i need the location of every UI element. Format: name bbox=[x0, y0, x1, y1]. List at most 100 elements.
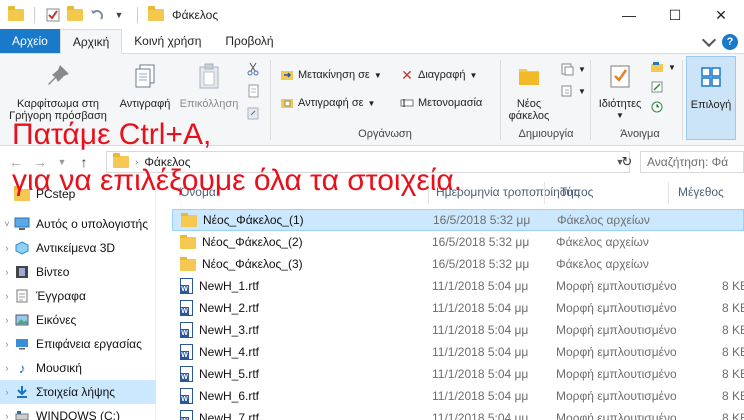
expand-icon[interactable]: › bbox=[0, 363, 14, 373]
column-header-date[interactable]: Ημερομηνία τροποποίησης bbox=[436, 178, 580, 206]
desktop-icon bbox=[14, 336, 30, 352]
file-date: 11/1/2018 5:04 μμ bbox=[432, 301, 529, 315]
nav-item-3d-objects[interactable]: › Αντικείμενα 3D bbox=[0, 236, 156, 260]
forward-arrow-icon[interactable]: → bbox=[30, 152, 50, 172]
table-row[interactable]: NewH_4.rtf 11/1/2018 5:04 μμ Μορφή εμπλο… bbox=[172, 341, 744, 363]
pictures-icon bbox=[14, 312, 30, 328]
column-header-size[interactable]: Μέγεθος bbox=[678, 178, 724, 206]
expand-icon[interactable]: ˅ bbox=[0, 219, 14, 229]
close-button[interactable]: ✕ bbox=[698, 0, 744, 30]
rename-button[interactable]: Μετονομασία bbox=[400, 96, 482, 110]
collapse-ribbon-icon[interactable] bbox=[701, 32, 717, 48]
copy-button[interactable]: Αντιγραφή bbox=[114, 60, 176, 110]
chevron-down-icon: ▼ bbox=[616, 111, 624, 120]
copy-label: Αντιγραφή bbox=[119, 98, 171, 110]
expand-icon[interactable]: › bbox=[0, 291, 14, 301]
history-button[interactable] bbox=[650, 100, 664, 114]
nav-item-windows-c[interactable]: › WINDOWS (C:) bbox=[0, 404, 156, 420]
customize-toolbar-icon[interactable]: ▼ bbox=[109, 5, 129, 25]
copy-path-button[interactable] bbox=[246, 84, 260, 98]
copy-to-button[interactable]: Αντιγραφή σε ▼ bbox=[280, 96, 375, 110]
create-group-label: Δημιουργία bbox=[518, 128, 574, 140]
expand-icon[interactable]: › bbox=[0, 243, 14, 253]
expand-icon[interactable]: › bbox=[0, 267, 14, 277]
cut-button[interactable] bbox=[246, 62, 260, 76]
new-folder-icon[interactable] bbox=[65, 5, 85, 25]
tab-share[interactable]: Κοινή χρήση bbox=[122, 29, 213, 53]
ribbon: Καρφίτσωμα στη Γρήγορη πρόσβαση Αντιγραφ… bbox=[0, 54, 744, 146]
chevron-down-icon: ▼ bbox=[469, 70, 478, 80]
word-document-icon bbox=[180, 410, 193, 420]
nav-item-videos[interactable]: › Βίντεο bbox=[0, 260, 156, 284]
divider[interactable] bbox=[668, 182, 669, 204]
properties-check-icon[interactable] bbox=[43, 5, 63, 25]
nav-item-documents[interactable]: › Έγγραφα bbox=[0, 284, 156, 308]
chevron-down-icon: ▼ bbox=[367, 98, 376, 108]
edit-button[interactable] bbox=[650, 80, 664, 94]
file-name: Νέος_Φάκελος_(3) bbox=[202, 257, 303, 271]
column-header-type[interactable]: Τύπος bbox=[560, 178, 593, 206]
scissors-icon bbox=[246, 62, 260, 76]
new-folder-button[interactable]: Νέος φάκελος bbox=[506, 60, 552, 122]
ribbon-tab-extras: ? bbox=[701, 32, 738, 50]
column-header-name[interactable]: Όνομα bbox=[180, 178, 216, 206]
tab-home[interactable]: Αρχική bbox=[59, 29, 123, 54]
computer-icon bbox=[14, 216, 30, 232]
tab-view[interactable]: Προβολή bbox=[213, 29, 285, 53]
table-row[interactable]: Νέος_Φάκελος_(3) 16/5/2018 5:32 μμ Φάκελ… bbox=[172, 253, 744, 275]
delete-button[interactable]: ✕ Διαγραφή ▼ bbox=[400, 67, 478, 83]
open-button[interactable]: ▼ bbox=[650, 60, 676, 74]
table-row[interactable]: Νέος_Φάκελος_(2) 16/5/2018 5:32 μμ Φάκελ… bbox=[172, 231, 744, 253]
nav-item-pcstep[interactable]: PCstep bbox=[0, 182, 156, 206]
pin-quick-access-button[interactable]: Καρφίτσωμα στη Γρήγορη πρόσβαση bbox=[8, 60, 108, 122]
recent-locations-icon[interactable]: ▼ bbox=[52, 152, 72, 172]
nav-item-this-pc[interactable]: ˅ Αυτός ο υπολογιστής bbox=[0, 212, 156, 236]
minimize-button[interactable]: — bbox=[606, 0, 652, 30]
paste-button[interactable]: Επικόλληση bbox=[176, 60, 242, 110]
expand-icon[interactable]: › bbox=[0, 339, 14, 349]
divider[interactable] bbox=[428, 182, 429, 204]
nav-item-desktop[interactable]: › Επιφάνεια εργασίας bbox=[0, 332, 156, 356]
move-to-button[interactable]: Μετακίνηση σε ▼ bbox=[280, 68, 382, 82]
address-bar[interactable]: › Φάκελος ▼ bbox=[106, 151, 630, 173]
expand-icon[interactable]: › bbox=[0, 411, 14, 420]
nav-item-label: Επιφάνεια εργασίας bbox=[36, 337, 142, 351]
nav-item-pictures[interactable]: › Εικόνες bbox=[0, 308, 156, 332]
divider bbox=[137, 7, 138, 23]
chevron-down-icon: ▼ bbox=[578, 64, 586, 74]
table-row[interactable]: NewH_5.rtf 11/1/2018 5:04 μμ Μορφή εμπλο… bbox=[172, 363, 744, 385]
expand-icon[interactable]: › bbox=[0, 315, 14, 325]
nav-item-label: Αυτός ο υπολογιστής bbox=[36, 217, 148, 231]
search-input[interactable]: Αναζήτηση: Φά bbox=[640, 151, 744, 173]
table-row[interactable]: NewH_3.rtf 11/1/2018 5:04 μμ Μορφή εμπλο… bbox=[172, 319, 744, 341]
help-icon[interactable]: ? bbox=[722, 34, 738, 50]
properties-button[interactable]: Ιδιότητες ▼ bbox=[594, 60, 646, 122]
nav-item-music[interactable]: › ♪ Μουσική bbox=[0, 356, 156, 380]
table-row[interactable]: NewH_2.rtf 11/1/2018 5:04 μμ Μορφή εμπλο… bbox=[172, 297, 744, 319]
copy-icon bbox=[129, 60, 161, 92]
maximize-button[interactable]: ☐ bbox=[652, 0, 698, 30]
table-row[interactable]: NewH_6.rtf 11/1/2018 5:04 μμ Μορφή εμπλο… bbox=[172, 385, 744, 407]
nav-item-downloads[interactable]: › Στοιχεία λήψης bbox=[0, 380, 156, 404]
file-type: Φάκελος αρχείων bbox=[556, 257, 649, 271]
table-row[interactable]: NewH_7.rtf 11/1/2018 5:04 μμ Μορφή εμπλο… bbox=[172, 407, 744, 420]
refresh-icon[interactable]: ↻ bbox=[616, 151, 638, 173]
new-item-button[interactable]: ▼ bbox=[560, 62, 586, 76]
easy-access-button[interactable]: ▼ bbox=[560, 84, 586, 98]
table-row[interactable]: NewH_1.rtf 11/1/2018 5:04 μμ Μορφή εμπλο… bbox=[172, 275, 744, 297]
expand-icon[interactable]: › bbox=[0, 387, 14, 397]
tab-file[interactable]: Αρχείο bbox=[0, 29, 60, 53]
paste-shortcut-button[interactable] bbox=[246, 106, 260, 120]
file-type: Μορφή εμπλουτισμένου κειμένου bbox=[556, 345, 676, 359]
word-document-icon bbox=[180, 322, 193, 338]
file-date: 11/1/2018 5:04 μμ bbox=[432, 389, 529, 403]
breadcrumb[interactable]: Φάκελος bbox=[144, 155, 190, 169]
undo-icon[interactable] bbox=[87, 5, 107, 25]
folder-icon[interactable] bbox=[6, 5, 26, 25]
table-row[interactable]: Νέος_Φάκελος_(1) 16/5/2018 5:32 μμ Φάκελ… bbox=[172, 209, 744, 231]
up-arrow-icon[interactable]: ↑ bbox=[74, 152, 94, 172]
select-button[interactable]: Επιλογή bbox=[686, 56, 736, 140]
file-type: Μορφή εμπλουτισμένου κειμένου bbox=[556, 323, 676, 337]
back-arrow-icon[interactable]: ← bbox=[6, 152, 26, 172]
divider[interactable] bbox=[544, 182, 545, 204]
